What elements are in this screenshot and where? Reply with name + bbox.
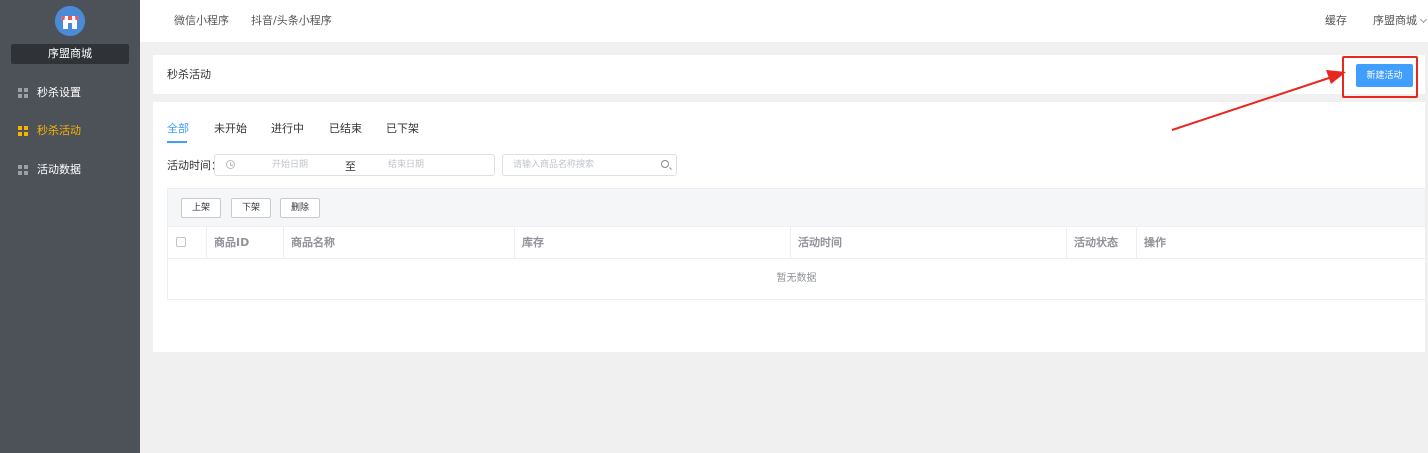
- tab-delisted[interactable]: 已下架: [386, 122, 419, 142]
- tab-wechat-miniprogram[interactable]: 微信小程序: [174, 0, 229, 42]
- sidebar-item-label: 秒杀活动: [37, 124, 81, 137]
- list-button[interactable]: 上架: [181, 198, 221, 218]
- tab-in-progress[interactable]: 进行中: [271, 122, 304, 142]
- sidebar-item-seckill-settings[interactable]: 秒杀设置: [0, 73, 140, 112]
- search-icon[interactable]: [661, 160, 669, 168]
- top-bar: 微信小程序 抖音/头条小程序 缓存 序盟商城: [140, 0, 1428, 42]
- annotation-highlight-box: [1342, 56, 1418, 98]
- page-title: 秒杀活动: [167, 68, 211, 81]
- start-date-input[interactable]: [245, 158, 335, 172]
- column-header-product-id: 商品ID: [214, 236, 250, 249]
- column-header-product-name: 商品名称: [291, 236, 335, 249]
- shop-name-badge: 序盟商城: [11, 44, 129, 64]
- table-toolbar: [167, 188, 1426, 226]
- tab-all[interactable]: 全部: [167, 122, 189, 142]
- grid-icon: [18, 165, 28, 175]
- sidebar-item-label: 活动数据: [37, 163, 81, 176]
- shop-menu-label: 序盟商城: [1373, 14, 1417, 27]
- sidebar: 序盟商城 秒杀设置 秒杀活动 活动数据: [0, 0, 140, 453]
- column-header-actions: 操作: [1144, 236, 1166, 249]
- sidebar-item-label: 秒杀设置: [37, 86, 81, 99]
- store-logo-icon: [55, 6, 85, 36]
- column-header-activity-time: 活动时间: [798, 236, 842, 249]
- sidebar-item-activity-data[interactable]: 活动数据: [0, 150, 140, 189]
- sidebar-item-seckill-activities[interactable]: 秒杀活动: [0, 111, 140, 150]
- delete-button[interactable]: 删除: [280, 198, 320, 218]
- tab-ended[interactable]: 已结束: [329, 122, 362, 142]
- select-all-checkbox[interactable]: [176, 237, 186, 247]
- active-tab-indicator: [167, 141, 187, 143]
- clock-icon: [226, 160, 235, 169]
- search-field[interactable]: [502, 154, 677, 176]
- table-header: 商品ID 商品名称 库存 活动时间 活动状态 操作: [167, 226, 1426, 259]
- end-date-input[interactable]: [361, 158, 451, 172]
- cache-button[interactable]: 缓存: [1325, 0, 1347, 42]
- tab-not-started[interactable]: 未开始: [214, 122, 247, 142]
- column-header-activity-status: 活动状态: [1074, 236, 1118, 249]
- shop-menu[interactable]: 序盟商城: [1373, 0, 1428, 42]
- chevron-down-icon: [1419, 15, 1428, 24]
- search-input[interactable]: [513, 158, 653, 172]
- range-separator: 至: [345, 160, 356, 173]
- empty-state-text: 暂无数据: [776, 273, 817, 284]
- grid-icon: [18, 88, 28, 98]
- tab-douyin-miniprogram[interactable]: 抖音/头条小程序: [251, 0, 332, 42]
- page-header: 秒杀活动: [153, 55, 1425, 94]
- delist-button[interactable]: 下架: [231, 198, 271, 218]
- date-range-picker[interactable]: 至: [214, 154, 495, 176]
- grid-icon: [18, 126, 28, 136]
- table-body: 暂无数据: [167, 259, 1426, 300]
- column-header-stock: 库存: [522, 236, 544, 249]
